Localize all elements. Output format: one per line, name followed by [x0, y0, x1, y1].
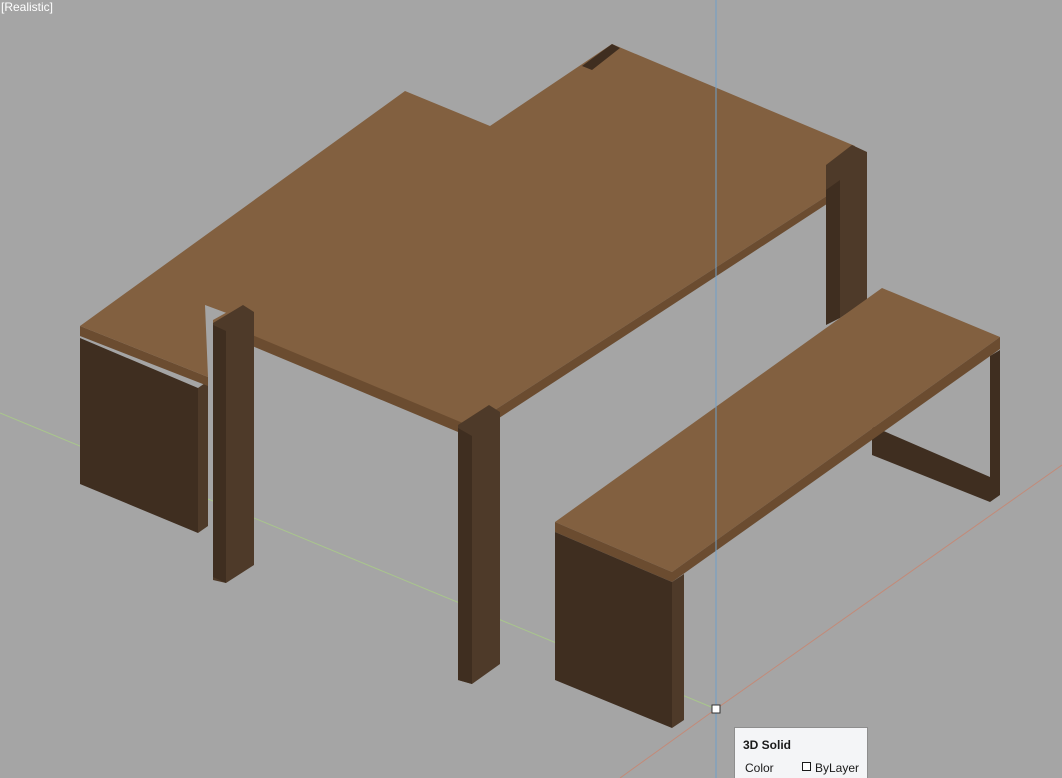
table-leg-back-right[interactable] — [826, 145, 867, 325]
leg-side — [826, 180, 840, 325]
right-bench-right-leg — [990, 350, 1000, 502]
tooltip-title: 3D Solid — [743, 738, 792, 752]
table-leg-front-middle[interactable] — [458, 405, 500, 684]
3d-viewport[interactable]: [Realistic] 3D Solid Color ByLayer — [0, 0, 1062, 778]
origin-grip[interactable] — [711, 704, 721, 714]
right-bench-front-leg-side — [672, 574, 684, 728]
visual-style-label[interactable]: [Realistic] — [1, 0, 53, 14]
scene-canvas[interactable] — [0, 0, 1062, 778]
right-bench[interactable] — [555, 288, 1000, 728]
right-bench-back-leg — [872, 426, 990, 502]
table-top-surface[interactable] — [80, 44, 855, 426]
leg-side-dark — [213, 325, 226, 583]
tooltip-property-label: Color — [745, 761, 774, 775]
quick-properties-tooltip: 3D Solid Color ByLayer — [734, 727, 868, 778]
tooltip-property-value: ByLayer — [815, 761, 860, 775]
color-swatch-icon — [802, 762, 811, 771]
leg-side-dark — [458, 428, 472, 684]
left-bench-side-face — [198, 381, 208, 533]
table-leg-front-left[interactable] — [213, 305, 254, 583]
